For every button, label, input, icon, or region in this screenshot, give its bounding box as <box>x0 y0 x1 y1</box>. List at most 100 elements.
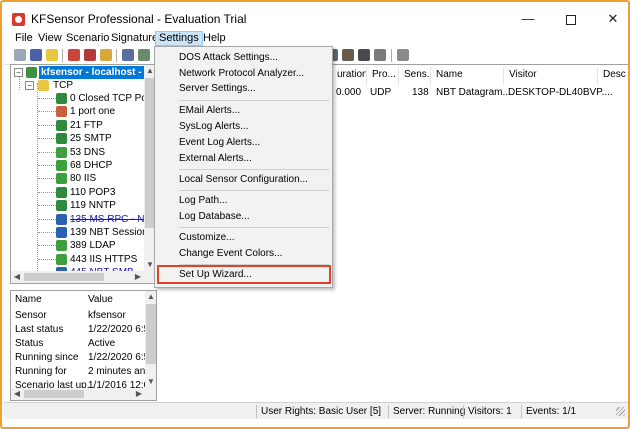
menu-help[interactable]: Help <box>200 31 229 46</box>
settings-dropdown-menu: DOS Attack Settings... Network Protocol … <box>154 46 333 288</box>
tree-horizontal-scrollbar[interactable]: ◀ ▶ <box>11 271 156 283</box>
property-row[interactable]: Last status 1/22/2020 6:53 <box>11 324 146 338</box>
save-icon[interactable] <box>46 49 58 61</box>
network-icon[interactable] <box>397 49 409 61</box>
minimize-button[interactable]: — <box>513 8 543 30</box>
col-sensor[interactable]: Sens... <box>399 67 431 85</box>
menu-scenario[interactable]: Scenario <box>63 31 112 46</box>
menu-item-syslog-alerts[interactable]: SysLog Alerts... <box>155 119 332 134</box>
tree-item-label: 110 POP3 <box>70 186 116 198</box>
tree-root[interactable]: − kfsensor - localhost - M... <box>11 66 156 79</box>
scroll-left-icon[interactable]: ◀ <box>11 388 23 400</box>
menu-separator <box>179 190 329 191</box>
property-row[interactable]: Sensor kfsensor <box>11 310 146 324</box>
col-protocol[interactable]: Pro... <box>367 67 399 85</box>
globe-pc-icon <box>56 93 67 104</box>
server-icon <box>56 173 67 185</box>
menu-item-local-sensor-configuration[interactable]: Local Sensor Configuration... <box>155 172 332 187</box>
open-icon[interactable] <box>30 49 42 61</box>
scroll-right-icon[interactable]: ▶ <box>132 271 144 283</box>
tree-item[interactable]: 119 NNTP <box>11 199 143 212</box>
cell-visitor: DESKTOP-DL40BVP.... <box>508 87 613 98</box>
property-row[interactable]: Status Active <box>11 338 146 352</box>
prop-horizontal-scrollbar[interactable]: ◀ ▶ <box>11 388 156 400</box>
tree-item-label: 21 FTP <box>70 119 103 131</box>
tree-line <box>38 151 56 153</box>
menu-item-server-settings[interactable]: Server Settings... <box>155 81 332 96</box>
prop-header-value: Value <box>88 294 113 305</box>
scroll-thumb[interactable] <box>146 304 156 364</box>
menu-item-external-alerts[interactable]: External Alerts... <box>155 151 332 166</box>
resize-grip-icon[interactable] <box>616 407 625 416</box>
prop-header-name: Name <box>15 294 42 305</box>
tree-item-label: 443 IIS HTTPS <box>70 253 138 265</box>
tools-icon[interactable] <box>342 49 354 61</box>
chart-icon[interactable] <box>100 49 112 61</box>
tree-line <box>38 218 56 220</box>
tree-line <box>38 138 56 140</box>
menu-item-change-event-colors[interactable]: Change Event Colors... <box>155 246 332 261</box>
col-description[interactable]: Desc <box>598 67 628 85</box>
scroll-right-icon[interactable]: ▶ <box>133 388 145 400</box>
title-bar: KFSensor Professional - Evaluation Trial… <box>4 4 628 34</box>
menu-item-log-path[interactable]: Log Path... <box>155 193 332 208</box>
maximize-icon <box>566 14 576 25</box>
status-divider <box>521 405 522 418</box>
collapse-icon[interactable]: − <box>14 68 23 77</box>
menu-item-log-database[interactable]: Log Database... <box>155 209 332 224</box>
app-window: KFSensor Professional - Evaluation Trial… <box>0 0 630 429</box>
folder-icon <box>38 80 49 91</box>
close-button[interactable]: ✕ <box>598 8 628 30</box>
scroll-thumb[interactable] <box>24 273 104 281</box>
tree-item[interactable]: 389 LDAP <box>11 239 143 252</box>
property-row[interactable]: Running since 1/22/2020 6:50 <box>11 352 146 366</box>
scroll-left-icon[interactable]: ◀ <box>11 271 23 283</box>
tree-item[interactable]: 0 Closed TCP Ports <box>11 92 156 105</box>
tree-item[interactable]: 21 FTP <box>11 119 143 132</box>
property-name: Running since <box>15 352 79 363</box>
property-grid: Name Value Sensor kfsensor Last status 1/22… <box>10 290 157 401</box>
collapse-icon[interactable]: − <box>25 81 34 90</box>
scroll-up-icon[interactable]: ▲ <box>145 291 156 303</box>
tree-item[interactable]: 110 POP3 <box>11 186 143 199</box>
tree-item[interactable]: 139 NBT Session ... <box>11 226 156 239</box>
visitor-icon[interactable] <box>84 49 96 61</box>
property-row[interactable]: Running for 2 minutes and <box>11 366 146 380</box>
menu-bar: File View Scenario Signatures Settings H… <box>4 31 628 46</box>
menu-view[interactable]: View <box>35 31 65 46</box>
tree-item[interactable]: 443 IIS HTTPS <box>11 253 143 266</box>
tree-item[interactable]: 68 DHCP <box>11 159 143 172</box>
menu-item-set-up-wizard[interactable]: Set Up Wizard... <box>155 267 332 282</box>
tree-item[interactable]: 135 MS RPC - Na... <box>11 213 156 226</box>
menu-settings[interactable]: Settings <box>155 31 203 46</box>
cell-duration: 0.000 <box>336 87 362 98</box>
sensor-tree[interactable]: − kfsensor - localhost - M... − TCP 0 Cl… <box>10 64 157 284</box>
new-icon[interactable] <box>14 49 26 61</box>
menu-item-customize[interactable]: Customize... <box>155 230 332 245</box>
col-visitor[interactable]: Visitor <box>504 67 598 85</box>
tree-item[interactable]: 80 IIS <box>11 172 143 185</box>
scroll-thumb[interactable] <box>24 390 84 398</box>
menu-item-event-log-alerts[interactable]: Event Log Alerts... <box>155 135 332 150</box>
menu-file[interactable]: File <box>12 31 36 46</box>
property-value: 1/22/2020 6:50 <box>88 352 146 363</box>
tree-item[interactable]: 53 DNS <box>11 146 143 159</box>
tree-item[interactable]: 1 port one <box>11 105 143 118</box>
settings-icon[interactable] <box>374 49 386 61</box>
alert-icon[interactable] <box>68 49 80 61</box>
filter-icon[interactable] <box>138 49 150 61</box>
tree-group-tcp[interactable]: − TCP <box>11 79 151 92</box>
tree-group-label: TCP <box>53 80 73 91</box>
maximize-button[interactable] <box>556 8 586 30</box>
wrench-icon[interactable] <box>358 49 370 61</box>
prop-vertical-scrollbar[interactable]: ▲ ▼ <box>145 291 156 388</box>
sort-icon[interactable] <box>122 49 134 61</box>
tree-item-label: 389 LDAP <box>70 240 116 252</box>
tree-item[interactable]: 25 SMTP <box>11 132 143 145</box>
scroll-down-icon[interactable]: ▼ <box>145 376 156 388</box>
menu-item-email-alerts[interactable]: EMail Alerts... <box>155 103 332 118</box>
menu-item-network-protocol-analyzer[interactable]: Network Protocol Analyzer... <box>155 66 332 81</box>
menu-item-dos-attack-settings[interactable]: DOS Attack Settings... <box>155 50 332 65</box>
col-duration[interactable]: uration <box>332 67 367 85</box>
col-name[interactable]: Name <box>431 67 504 85</box>
